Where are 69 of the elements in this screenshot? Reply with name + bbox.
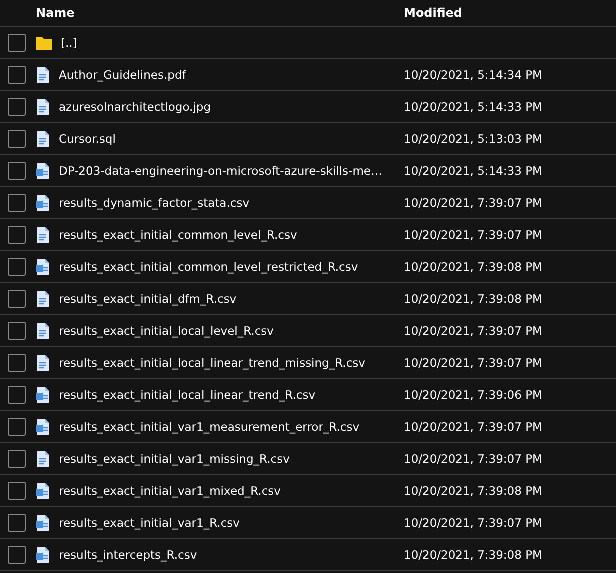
- modified-date: 10/20/2021, 7:39:07 PM: [404, 516, 542, 530]
- spreadsheet-icon: [36, 482, 50, 498]
- spreadsheet-icon: [36, 514, 50, 530]
- file-name[interactable]: results_exact_initial_var1_missing_R.csv: [59, 452, 290, 466]
- modified-date: 10/20/2021, 7:39:08 PM: [404, 292, 542, 306]
- column-header[interactable]: Name: [36, 6, 75, 20]
- file-name[interactable]: Cursor.sql: [59, 132, 116, 146]
- folder-icon: [36, 36, 52, 50]
- row-checkbox[interactable]: [8, 162, 26, 180]
- row-checkbox[interactable]: [8, 258, 26, 276]
- document-icon: [36, 66, 50, 82]
- modified-date: 10/20/2021, 7:39:07 PM: [404, 228, 542, 242]
- modified-date: 10/20/2021, 7:39:07 PM: [404, 452, 542, 466]
- row-checkbox[interactable]: [8, 194, 26, 212]
- row-checkbox[interactable]: [8, 546, 26, 564]
- row-checkbox[interactable]: [8, 514, 26, 532]
- file-name[interactable]: results_exact_initial_var1_R.csv: [59, 516, 240, 530]
- file-name[interactable]: azuresolnarchitectlogo.jpg: [59, 100, 211, 114]
- row-checkbox[interactable]: [8, 290, 26, 308]
- file-name[interactable]: results_exact_initial_local_linear_trend_missing_R.csv: [59, 356, 366, 370]
- document-icon: [36, 450, 50, 466]
- modified-date: 10/20/2021, 7:39:06 PM: [404, 388, 542, 402]
- file-name[interactable]: results_intercepts_R.csv: [59, 548, 198, 562]
- row-checkbox[interactable]: [8, 482, 26, 500]
- document-icon: [36, 226, 50, 242]
- spreadsheet-icon: [36, 386, 50, 402]
- file-name[interactable]: results_dynamic_factor_stata.csv: [59, 196, 250, 210]
- document-icon: [36, 354, 50, 370]
- row-checkbox[interactable]: [8, 130, 26, 148]
- spreadsheet-icon: [36, 546, 50, 562]
- modified-date: 10/20/2021, 7:39:08 PM: [404, 548, 542, 562]
- modified-date: 10/20/2021, 5:14:34 PM: [404, 68, 542, 82]
- spreadsheet-icon: [36, 258, 50, 274]
- document-icon: [36, 322, 50, 338]
- modified-date: 10/20/2021, 5:14:33 PM: [404, 100, 542, 114]
- file-name[interactable]: results_exact_initial_var1_mixed_R.csv: [59, 484, 281, 498]
- row-checkbox[interactable]: [8, 450, 26, 468]
- file-name[interactable]: results_exact_initial_local_level_R.csv: [59, 324, 274, 338]
- file-name[interactable]: DP-203-data-engineering-on-microsoft-azure-skills-me…: [59, 164, 382, 178]
- document-icon: [36, 98, 50, 114]
- row-checkbox[interactable]: [8, 418, 26, 436]
- file-name[interactable]: results_exact_initial_var1_measurement_error_R.csv: [59, 420, 360, 434]
- row-checkbox[interactable]: [8, 66, 26, 84]
- modified-date: 10/20/2021, 7:39:07 PM: [404, 196, 542, 210]
- spreadsheet-icon: [36, 162, 50, 178]
- modified-date: 10/20/2021, 7:39:07 PM: [404, 324, 542, 338]
- spreadsheet-icon: [36, 418, 50, 434]
- row-checkbox[interactable]: [8, 386, 26, 404]
- modified-date: 10/20/2021, 7:39:07 PM: [404, 420, 542, 434]
- row-checkbox[interactable]: [8, 322, 26, 340]
- column-header[interactable]: Modified: [404, 6, 463, 20]
- modified-date: 10/20/2021, 5:14:33 PM: [404, 164, 542, 178]
- row-checkbox[interactable]: [8, 226, 26, 244]
- file-name[interactable]: results_exact_initial_local_linear_trend_R.csv: [59, 388, 316, 402]
- modified-date: 10/20/2021, 7:39:08 PM: [404, 484, 542, 498]
- document-icon: [36, 130, 50, 146]
- file-name[interactable]: Author_Guidelines.pdf: [59, 68, 186, 82]
- row-checkbox[interactable]: [8, 354, 26, 372]
- row-checkbox[interactable]: [8, 34, 26, 52]
- file-name[interactable]: results_exact_initial_common_level_restricted_R.csv: [59, 260, 358, 274]
- modified-date: 10/20/2021, 7:39:08 PM: [404, 260, 542, 274]
- spreadsheet-icon: [36, 194, 50, 210]
- file-name[interactable]: results_exact_initial_dfm_R.csv: [59, 292, 237, 306]
- document-icon: [36, 290, 50, 306]
- row-checkbox[interactable]: [8, 98, 26, 116]
- file-name[interactable]: [..]: [61, 36, 78, 50]
- modified-date: 10/20/2021, 5:13:03 PM: [404, 132, 542, 146]
- file-name[interactable]: results_exact_initial_common_level_R.csv: [59, 228, 298, 242]
- modified-date: 10/20/2021, 7:39:07 PM: [404, 356, 542, 370]
